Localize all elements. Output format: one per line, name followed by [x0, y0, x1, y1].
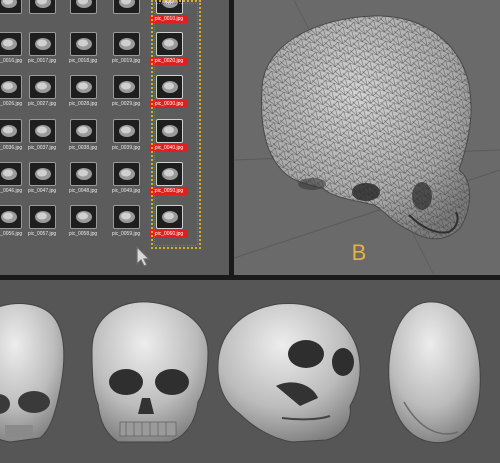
thumbnail-item[interactable]: pic_0028.jpg — [64, 75, 102, 109]
thumbnail-filename — [107, 15, 145, 23]
thumbnail-filename: pic_0059.jpg — [111, 231, 141, 237]
thumbnail-item[interactable] — [64, 0, 102, 24]
viewport-3d[interactable]: B — [234, 0, 500, 275]
thumbnail-item[interactable]: pic_0018.jpg — [64, 32, 102, 66]
thumbnail-item[interactable]: pic_0050.jpg — [150, 162, 188, 196]
thumbnail-item[interactable]: pic_0049.jpg — [107, 162, 145, 196]
skull-thumbnail-icon — [156, 75, 183, 99]
thumbnail-filename: pic_0037.jpg — [27, 145, 57, 151]
skull-render-strip — [0, 280, 500, 463]
thumbnail-filename: pic_0028.jpg — [68, 101, 98, 107]
thumbnail-item[interactable]: pic_0060.jpg — [150, 205, 188, 239]
skull-thumbnail-icon — [70, 119, 97, 143]
skull-side-view — [0, 303, 65, 443]
thumbnail-filename: pic_0030.jpg — [150, 100, 188, 108]
thumbnail-filename: pic_0058.jpg — [68, 231, 98, 237]
thumbnail-item[interactable]: pic_0057.jpg — [23, 205, 61, 239]
thumbnail-item[interactable]: pic_0039.jpg — [107, 119, 145, 153]
thumbnail-item[interactable]: pic_0048.jpg — [64, 162, 102, 196]
skull-thumbnail-icon — [113, 162, 140, 186]
thumbnail-item[interactable]: pic_0020.jpg — [150, 32, 188, 66]
thumbnail-filename: pic_0049.jpg — [111, 188, 141, 194]
thumbnail-item[interactable]: pic_0038.jpg — [64, 119, 102, 153]
thumbnail-filename: pic_0048.jpg — [68, 188, 98, 194]
skull-thumbnail-icon — [0, 0, 22, 14]
skull-thumbnail-icon — [113, 0, 140, 14]
thumbnail-filename: pic_0060.jpg — [150, 230, 188, 238]
skull-thumbnail-icon — [29, 75, 56, 99]
skull-mesh-icon — [261, 15, 472, 240]
skull-thumbnail-icon — [29, 32, 56, 56]
skull-thumbnail-icon — [0, 75, 22, 99]
thumbnail-item[interactable] — [107, 0, 145, 24]
skull-thumbnail-icon — [113, 119, 140, 143]
thumbnail-filename: pic_0050.jpg — [150, 187, 188, 195]
thumbnail-filename: pic_0057.jpg — [27, 231, 57, 237]
skull-thumbnail-icon — [70, 75, 97, 99]
skull-thumbnail-icon — [156, 162, 183, 186]
skull-front-view — [91, 301, 209, 443]
thumbnail-filename: pic_0038.jpg — [68, 145, 98, 151]
thumbnail-item[interactable]: pic_0019.jpg — [107, 32, 145, 66]
skull-thumbnail-icon — [70, 205, 97, 229]
viewport-label: B — [351, 240, 367, 265]
thumbnail-filename: pic_0040.jpg — [150, 144, 188, 152]
thumbnail-item[interactable]: pic_0058.jpg — [64, 205, 102, 239]
thumbnail-filename: pic_0020.jpg — [150, 57, 188, 65]
thumbnail-browser: pic_0010.jpgpic_0016.jpgpic_0017.jpgpic_… — [0, 0, 229, 275]
skull-thumbnail-icon — [156, 0, 183, 14]
skull-top-view — [388, 301, 481, 444]
skull-thumbnail-icon — [29, 119, 56, 143]
thumbnail-filename: pic_0027.jpg — [27, 101, 57, 107]
thumbnail-filename: pic_0018.jpg — [68, 58, 98, 64]
thumbnail-filename — [23, 15, 61, 23]
thumbnail-item[interactable]: pic_0040.jpg — [150, 119, 188, 153]
skull-thumbnail-icon — [113, 75, 140, 99]
skull-thumbnail-icon — [113, 32, 140, 56]
thumbnail-item[interactable]: pic_0047.jpg — [23, 162, 61, 196]
thumbnail-filename: pic_0029.jpg — [111, 101, 141, 107]
skull-thumbnail-icon — [0, 119, 22, 143]
skull-thumbnail-icon — [29, 205, 56, 229]
thumbnail-item[interactable]: pic_0027.jpg — [23, 75, 61, 109]
thumbnail-item[interactable] — [23, 0, 61, 24]
thumbnail-filename: pic_0010.jpg — [150, 15, 188, 23]
skull-thumbnail-icon — [29, 0, 56, 14]
skull-thumbnail-icon — [70, 32, 97, 56]
thumbnail-item[interactable]: pic_0030.jpg — [150, 75, 188, 109]
thumbnail-filename: pic_0047.jpg — [27, 188, 57, 194]
thumbnail-filename: pic_0017.jpg — [27, 58, 57, 64]
thumbnail-item[interactable]: pic_0017.jpg — [23, 32, 61, 66]
skull-thumbnail-icon — [0, 205, 22, 229]
viewport-canvas[interactable] — [234, 0, 500, 275]
thumbnail-item[interactable]: pic_0037.jpg — [23, 119, 61, 153]
thumbnail-item[interactable]: pic_0059.jpg — [107, 205, 145, 239]
skull-thumbnail-icon — [70, 0, 97, 14]
thumbnail-filename: pic_0019.jpg — [111, 58, 141, 64]
skull-thumbnail-icon — [156, 119, 183, 143]
thumbnail-item[interactable]: pic_0010.jpg — [150, 0, 188, 24]
skull-thumbnail-icon — [156, 32, 183, 56]
skull-thumbnail-icon — [29, 162, 56, 186]
thumbnail-filename — [64, 15, 102, 23]
skull-thumbnail-icon — [0, 162, 22, 186]
thumbnail-item[interactable]: pic_0029.jpg — [107, 75, 145, 109]
arrow-cursor-icon — [136, 245, 151, 267]
skull-thumbnail-icon — [113, 205, 140, 229]
skull-oblique-view — [217, 302, 361, 443]
skull-thumbnail-icon — [0, 32, 22, 56]
skull-thumbnail-icon — [156, 205, 183, 229]
skull-thumbnail-icon — [70, 162, 97, 186]
thumbnail-filename: pic_0039.jpg — [111, 145, 141, 151]
